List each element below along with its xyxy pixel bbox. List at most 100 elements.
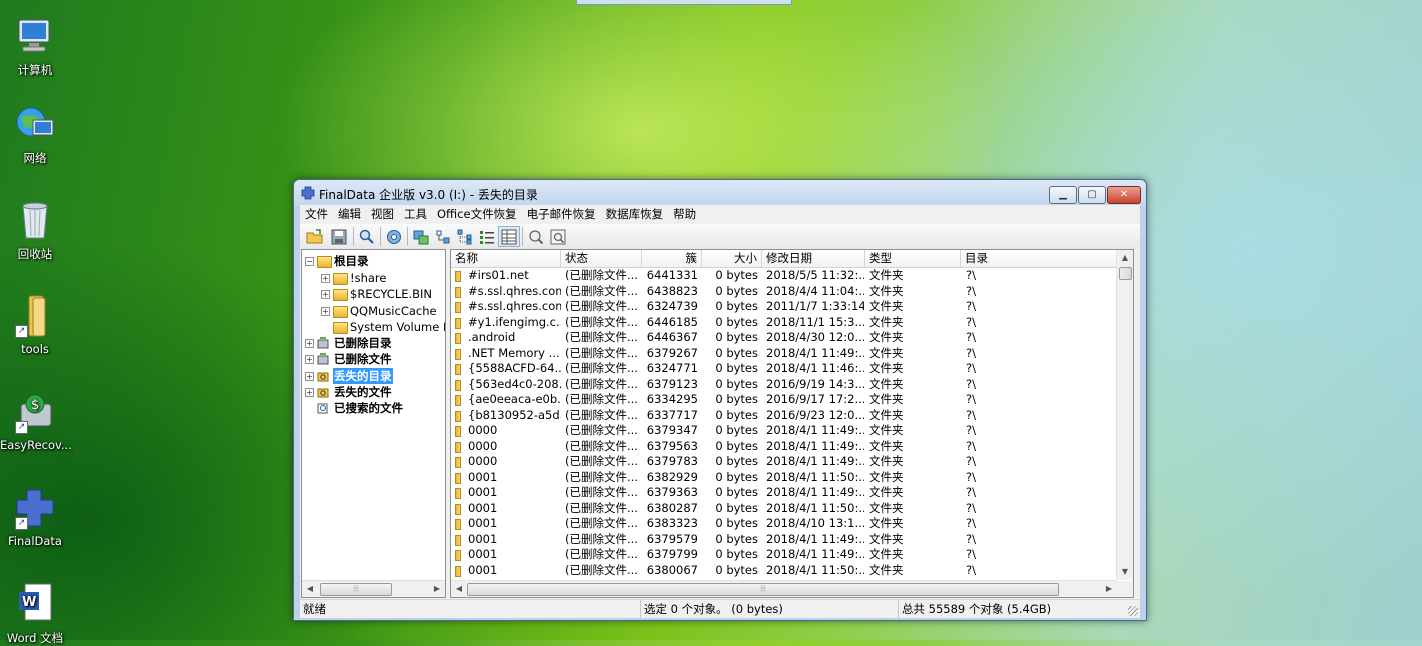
scroll-down-icon[interactable]: ▼ <box>1117 564 1133 580</box>
menu-office-recovery[interactable]: Office文件恢复 <box>432 205 522 224</box>
collapse-toggle[interactable]: − <box>305 257 314 266</box>
taskbar-edge <box>576 0 792 5</box>
menu-help[interactable]: 帮助 <box>668 205 701 224</box>
list-view-button[interactable] <box>476 226 498 247</box>
column-header-size[interactable]: 大小 <box>702 250 762 267</box>
list-vertical-scrollbar[interactable]: ▲ ▼ <box>1116 250 1133 580</box>
folder-icon <box>455 364 461 375</box>
table-row[interactable]: 0000 (已删除文件... 6379783 0 bytes 2018/4/1 11:4… <box>451 454 1117 470</box>
table-row[interactable]: 0001 (已删除文件... 6380067 0 bytes 2018/4/1 11:5… <box>451 563 1117 579</box>
expand-toggle[interactable]: + <box>305 339 314 348</box>
shortcut-arrow-icon: ↗ <box>15 517 28 530</box>
save-button[interactable] <box>328 226 350 247</box>
settings-button[interactable] <box>383 226 405 247</box>
cell-modified: 2018/4/1 11:49:... <box>766 345 864 360</box>
desktop-icon-network[interactable]: 网络 <box>0 102 70 166</box>
desktop-icon-recycle-bin[interactable]: 回收站 <box>0 198 70 262</box>
table-row[interactable]: #irs01.net (已删除文件... 6441331 0 bytes 2018/5/… <box>451 268 1117 284</box>
scrollbar-thumb[interactable]: ⦙⦙⦙ <box>320 583 392 596</box>
find-button[interactable] <box>525 226 547 247</box>
expand-toggle[interactable]: + <box>305 388 314 397</box>
menu-tools[interactable]: 工具 <box>399 205 432 224</box>
scroll-right-icon[interactable]: ▶ <box>1101 581 1117 597</box>
cell-status: (已删除文件... <box>565 500 638 515</box>
menu-file[interactable]: 文件 <box>300 205 333 224</box>
expand-toggle[interactable]: + <box>321 307 330 316</box>
scroll-right-icon[interactable]: ▶ <box>429 581 445 597</box>
file-list[interactable]: 名称 状态 簇 大小 修改日期 类型 目录 #irs01.net (已删除文件..… <box>450 249 1134 598</box>
desktop-icon-word[interactable]: W Word 文档 <box>0 582 70 646</box>
column-header-status[interactable]: 状态 <box>561 250 642 267</box>
tree-node-root[interactable]: − 根目录 <box>302 253 445 269</box>
table-row[interactable]: 0001 (已删除文件... 6379579 0 bytes 2018/4/1 11:4… <box>451 532 1117 548</box>
scroll-left-icon[interactable]: ◀ <box>302 581 318 597</box>
table-row[interactable]: 0000 (已删除文件... 6379563 0 bytes 2018/4/1 11:4… <box>451 439 1117 455</box>
table-row[interactable]: {ae0eeaca-e0b... (已删除文件... 6334295 0 bytes 2… <box>451 392 1117 408</box>
desktop-icon-easyrecovery[interactable]: $ ↗ EasyRecov... <box>0 390 72 452</box>
desktop-icon-tools[interactable]: ↗ tools <box>0 294 70 356</box>
table-row[interactable]: .NET Memory ... (已删除文件... 6379267 0 bytes 20… <box>451 346 1117 362</box>
scrollbar-thumb[interactable]: ⦙⦙⦙ <box>467 583 1059 596</box>
recover-button[interactable] <box>410 226 432 247</box>
column-header-name[interactable]: 名称 <box>451 250 561 267</box>
tree-node-deleted-files[interactable]: + 已删除文件 <box>302 351 445 367</box>
column-header-type[interactable]: 类型 <box>865 250 961 267</box>
table-row[interactable]: 0001 (已删除文件... 6382929 0 bytes 2018/4/1 11:5… <box>451 470 1117 486</box>
details-view-button[interactable] <box>498 226 520 247</box>
column-header-modified[interactable]: 修改日期 <box>762 250 865 267</box>
expand-toggle[interactable]: + <box>305 372 314 381</box>
tree-node-deleted-dirs[interactable]: + 已删除目录 <box>302 335 445 351</box>
tree-expand-button[interactable] <box>454 226 476 247</box>
tree-node-lost-dirs[interactable]: + 丢失的目录 <box>302 368 445 384</box>
table-row[interactable]: 0001 (已删除文件... 6383323 0 bytes 2018/4/10 13:… <box>451 516 1117 532</box>
cell-name: 0001 <box>468 500 498 515</box>
list-horizontal-scrollbar[interactable]: ◀ ⦙⦙⦙ ▶ <box>451 580 1117 597</box>
directory-tree[interactable]: − 根目录 + !share + $RECYCLE.BIN + QQMusicC… <box>301 249 446 598</box>
table-row[interactable]: #s.ssl.qhres.com (已删除文件... 6324739 0 bytes 2… <box>451 299 1117 315</box>
table-row[interactable]: 0001 (已删除文件... 6379799 0 bytes 2018/4/1 11:4… <box>451 547 1117 563</box>
tree-horizontal-scrollbar[interactable]: ◀ ⦙⦙⦙ ▶ <box>302 580 445 597</box>
tree-node-recycle-bin[interactable]: + $RECYCLE.BIN <box>302 286 445 302</box>
tree-node-qqmusiccache[interactable]: + QQMusicCache <box>302 303 445 319</box>
table-row[interactable]: 0001 (已删除文件... 6380287 0 bytes 2018/4/1 11:5… <box>451 501 1117 517</box>
column-header-cluster[interactable]: 簇 <box>642 250 702 267</box>
menu-database-recovery[interactable]: 数据库恢复 <box>601 205 669 224</box>
menu-view[interactable]: 视图 <box>366 205 399 224</box>
expand-toggle[interactable]: + <box>321 290 330 299</box>
title-bar[interactable]: FinalData 企业版 v3.0 (I:) - 丢失的目录 ▁ ▢ ✕ <box>294 180 1146 206</box>
column-header-directory[interactable]: 目录 <box>961 250 1117 267</box>
maximize-button[interactable]: ▢ <box>1078 186 1106 204</box>
table-row[interactable]: {b8130952-a5d... (已删除文件... 6337717 0 bytes 2… <box>451 408 1117 424</box>
expand-toggle[interactable]: + <box>321 274 330 283</box>
tree-node-system-volume[interactable]: System Volume I <box>302 319 445 335</box>
table-row[interactable]: 0000 (已删除文件... 6379347 0 bytes 2018/4/1 11:4… <box>451 423 1117 439</box>
preview-button[interactable] <box>547 226 569 247</box>
search-button[interactable] <box>356 226 378 247</box>
desktop-icon-label: 回收站 <box>17 247 53 261</box>
menu-email-recovery[interactable]: 电子邮件恢复 <box>522 205 601 224</box>
finaldata-window[interactable]: FinalData 企业版 v3.0 (I:) - 丢失的目录 ▁ ▢ ✕ 文件… <box>293 179 1147 621</box>
menu-edit[interactable]: 编辑 <box>333 205 366 224</box>
tree-node-lost-files[interactable]: + 丢失的文件 <box>302 384 445 400</box>
scroll-left-icon[interactable]: ◀ <box>451 581 467 597</box>
table-row[interactable]: {5588ACFD-64... (已删除文件... 6324771 0 bytes 20… <box>451 361 1117 377</box>
expand-toggle[interactable]: + <box>305 355 314 364</box>
tree-node-share[interactable]: + !share <box>302 270 445 286</box>
toolbar-separator <box>407 227 408 246</box>
tree-node-searched-files[interactable]: 已搜索的文件 <box>302 400 445 416</box>
table-row[interactable]: #s.ssl.qhres.com (已删除文件... 6438823 0 bytes 2… <box>451 284 1117 300</box>
desktop-icon-computer[interactable]: 计算机 <box>0 14 70 78</box>
table-row[interactable]: 0001 (已删除文件... 6379363 0 bytes 2018/4/1 11:4… <box>451 485 1117 501</box>
scroll-up-icon[interactable]: ▲ <box>1117 250 1133 266</box>
table-row[interactable]: {563ed4c0-208... (已删除文件... 6379123 0 bytes 2… <box>451 377 1117 393</box>
tree-small-button[interactable] <box>432 226 454 247</box>
table-row[interactable]: #y1.ifengimg.c... (已删除文件... 6446185 0 bytes… <box>451 315 1117 331</box>
open-button[interactable] <box>304 226 326 247</box>
scrollbar-thumb[interactable] <box>1119 267 1132 280</box>
close-button[interactable]: ✕ <box>1107 186 1141 204</box>
resize-grip[interactable] <box>1128 606 1138 616</box>
minimize-button[interactable]: ▁ <box>1049 186 1077 204</box>
desktop-icon-finaldata[interactable]: ↗ FinalData <box>0 486 70 548</box>
cell-name: #s.ssl.qhres.com <box>468 283 561 298</box>
table-row[interactable]: .android (已删除文件... 6446367 0 bytes 2018/4/30… <box>451 330 1117 346</box>
